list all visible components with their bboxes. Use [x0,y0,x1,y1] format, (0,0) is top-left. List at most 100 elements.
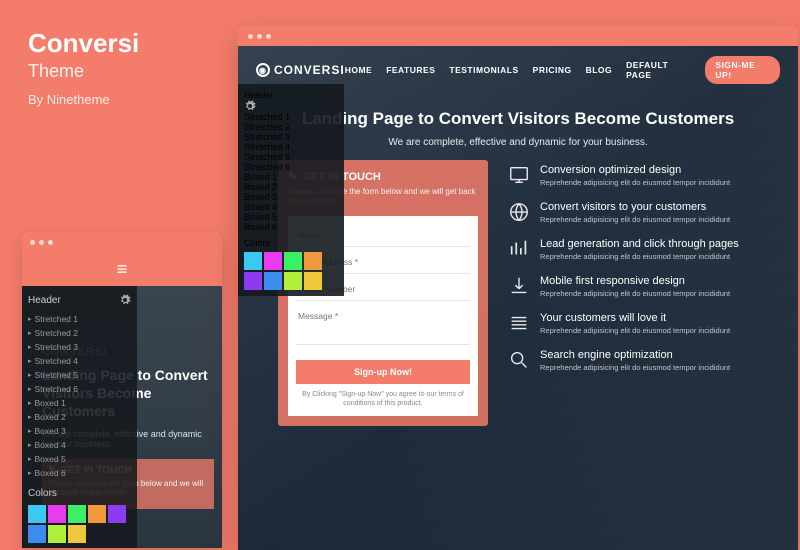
feature-item: Mobile first responsive designReprehende… [508,275,758,298]
feature-title: Lead generation and click through pages [540,238,739,250]
product-author: By Ninetheme [28,92,139,107]
nav-link[interactable]: FEATURES [386,65,435,75]
color-swatch[interactable] [264,272,282,290]
logo-icon: ◉ [256,63,270,77]
feature-item: Conversion optimized design Reprehende ad… [508,164,758,187]
layout-option[interactable]: Boxed 2 [28,410,131,424]
feature-title: Convert visitors to your customers [540,201,730,213]
layout-option[interactable]: Stretched 1 [244,112,338,122]
color-swatches [28,505,131,543]
layout-option[interactable]: Stretched 3 [28,340,131,354]
color-swatch[interactable] [68,505,86,523]
layout-option[interactable]: Boxed 1 [244,172,338,182]
desktop-browser-bar [238,26,798,46]
desktop-style-panel: Header Stretched 1Stretched 2Stretched 3… [238,84,344,296]
gear-icon[interactable] [119,294,131,306]
message-field[interactable] [296,305,470,345]
feature-item: Search engine optimization Reprehende adi… [508,349,758,372]
color-swatch[interactable] [28,505,46,523]
nav-link[interactable]: HOME [345,65,373,75]
product-title-block: Conversi Theme By Ninetheme [28,28,139,107]
layout-option[interactable]: Stretched 5 [244,152,338,162]
layout-option[interactable]: Boxed 1 [28,396,131,410]
color-swatch[interactable] [108,505,126,523]
feature-desc: Reprehende adipisicing elit do eiusmod t… [540,289,730,298]
feature-title: Your customers will love it [540,312,730,324]
feature-icon [508,201,530,223]
feature-icon [508,275,530,297]
feature-item: Your customers will love it Reprehende ad… [508,312,758,335]
nav-link[interactable]: PRICING [533,65,572,75]
mobile-content: Header Stretched 1Stretched 2Stretched 3… [22,286,222,548]
product-name: Conversi [28,28,139,59]
product-subtitle: Theme [28,61,139,82]
color-swatch[interactable] [28,525,46,543]
feature-desc: Reprehende adipisicing elit do eiusmod t… [540,326,730,335]
color-swatch[interactable] [304,272,322,290]
layout-option[interactable]: Boxed 3 [28,424,131,438]
layout-option[interactable]: Boxed 2 [244,182,338,192]
nav-links: HOME FEATURES TESTIMONIALS PRICING BLOG DEFAU… [345,56,780,84]
color-swatch[interactable] [304,252,322,270]
layout-option[interactable]: Boxed 5 [244,212,338,222]
desktop-content: ◉ CONVERSI HOME FEATURES TESTIMONIALS PRICI… [238,46,798,550]
feature-title: Search engine optimization [540,349,730,361]
signup-button[interactable]: Sign-up Now! [296,360,470,384]
feature-icon [508,349,530,371]
feature-icon [508,238,530,260]
layout-option[interactable]: Stretched 4 [244,142,338,152]
mobile-style-panel: Header Stretched 1Stretched 2Stretched 3… [22,286,137,548]
desktop-logo[interactable]: ◉ CONVERSI [256,63,345,77]
gear-icon[interactable] [244,100,338,112]
color-swatch[interactable] [244,272,262,290]
color-swatch[interactable] [244,252,262,270]
color-swatch[interactable] [48,525,66,543]
mobile-browser-bar [22,232,222,252]
colors-label: Colors [244,238,270,248]
color-swatch[interactable] [284,272,302,290]
layout-option[interactable]: Stretched 2 [28,326,131,340]
header-layout-list: Stretched 1Stretched 2Stretched 3Stretch… [244,112,338,232]
layout-option[interactable]: Boxed 6 [244,222,338,232]
mobile-hamburger-bar[interactable]: ≡ [22,252,222,286]
color-swatch[interactable] [264,252,282,270]
layout-option[interactable]: Stretched 6 [28,382,131,396]
layout-option[interactable]: Boxed 3 [244,192,338,202]
hamburger-icon: ≡ [117,259,128,280]
feature-desc: Reprehende adipisicing elit do eiusmod t… [540,215,730,224]
layout-option[interactable]: Stretched 3 [244,132,338,142]
desktop-preview-frame: ◉ CONVERSI HOME FEATURES TESTIMONIALS PRICI… [238,26,798,550]
style-panel-header: Header [28,295,61,306]
layout-option[interactable]: Stretched 6 [244,162,338,172]
features-list: Conversion optimized design Reprehende ad… [508,160,758,426]
feature-icon [508,164,530,186]
feature-desc: Reprehende adipisicing elit do eiusmod t… [540,178,730,187]
color-swatches [244,252,338,290]
color-swatch[interactable] [68,525,86,543]
feature-desc: Reprehende adipisicing elit do eiusmod t… [540,363,730,372]
color-swatch[interactable] [48,505,66,523]
nav-link[interactable]: TESTIMONIALS [449,65,518,75]
colors-label: Colors [28,488,57,499]
feature-item: Lead generation and click through pages R… [508,238,758,261]
mobile-preview-frame: ≡ Header Stretched 1Stretched 2Stretched… [22,232,222,548]
nav-link[interactable]: DEFAULT PAGE [626,60,691,80]
layout-option[interactable]: Stretched 4 [28,354,131,368]
layout-option[interactable]: Boxed 4 [244,202,338,212]
feature-item: Convert visitors to your customers Repreh… [508,201,758,224]
color-swatch[interactable] [284,252,302,270]
layout-option[interactable]: Stretched 5 [28,368,131,382]
feature-title: Conversion optimized design [540,164,730,176]
signup-pill[interactable]: SIGN-ME UP! [705,56,780,84]
color-swatch[interactable] [88,505,106,523]
form-disclaimer: By Clicking "Sign-up Now" you agree to o… [296,390,470,408]
nav-link[interactable]: BLOG [586,65,613,75]
layout-option[interactable]: Boxed 5 [28,452,131,466]
layout-option[interactable]: Stretched 1 [28,312,131,326]
feature-desc: Reprehende adipisicing elit do eiusmod t… [540,252,739,261]
layout-option[interactable]: Boxed 6 [28,466,131,480]
layout-option[interactable]: Stretched 2 [244,122,338,132]
style-panel-header: Header [244,90,274,100]
layout-option[interactable]: Boxed 4 [28,438,131,452]
header-layout-list: Stretched 1Stretched 2Stretched 3Stretch… [28,312,131,480]
